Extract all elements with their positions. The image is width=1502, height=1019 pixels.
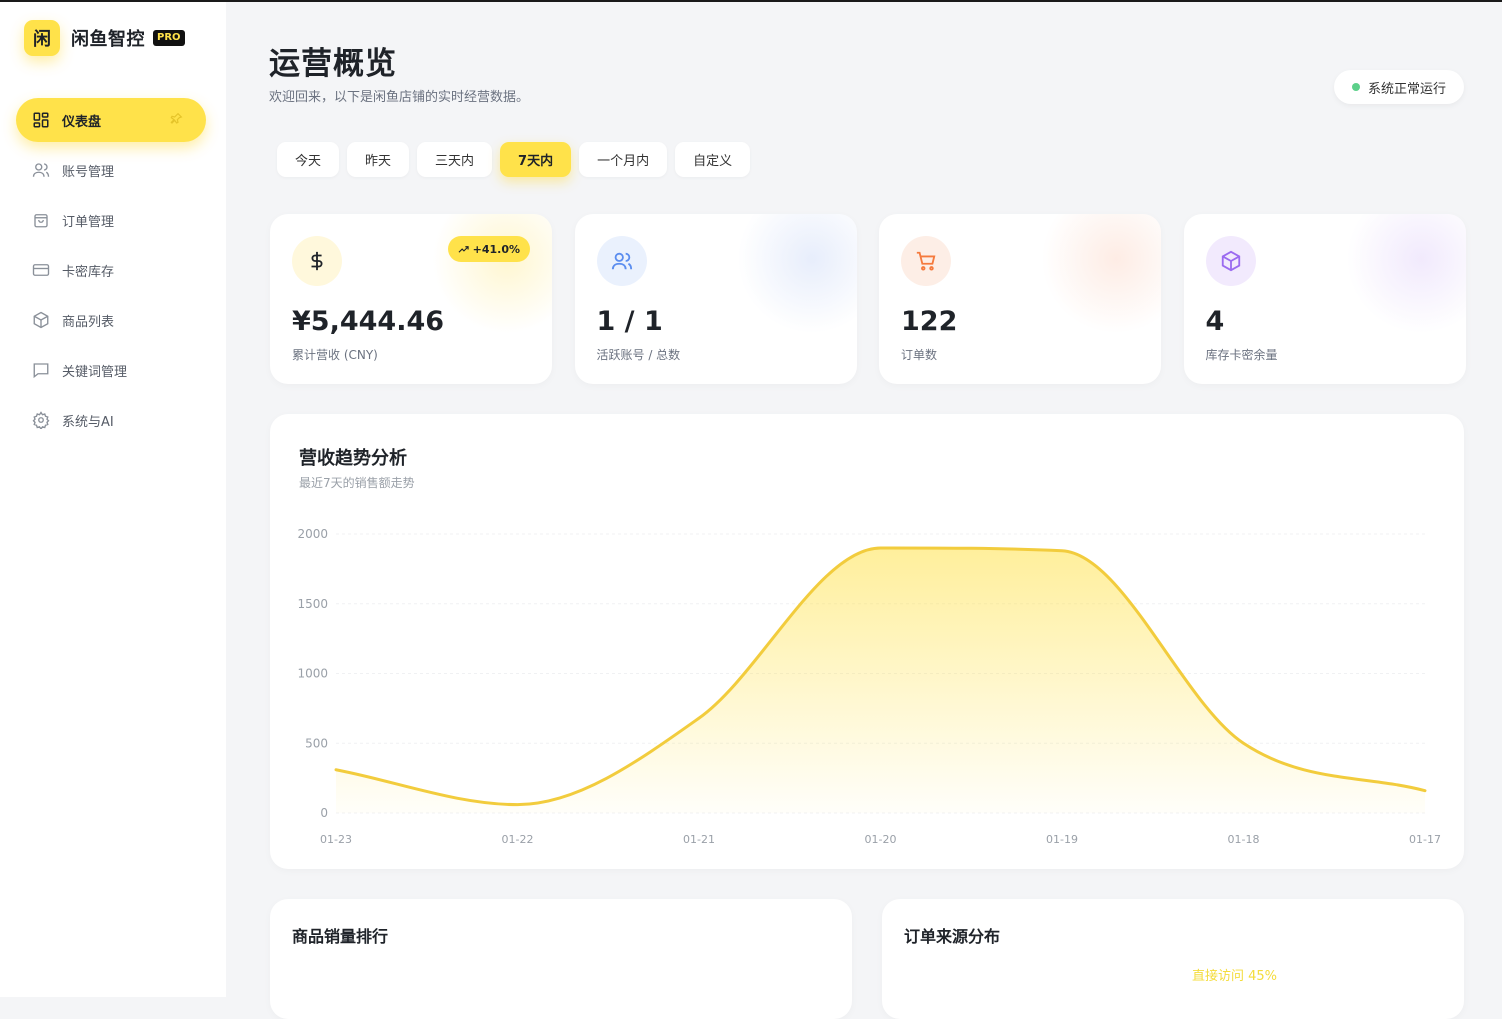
trending-up-icon <box>458 245 469 253</box>
users-icon <box>32 163 50 177</box>
card-glow <box>736 214 857 334</box>
card-glow <box>1345 214 1466 334</box>
sidebar-nav: 仪表盘 账号管理 订单管理 卡密库存 商品列表 关键词管理 系统与AI <box>16 98 206 448</box>
y-tick-label: 0 <box>320 806 328 820</box>
date-range-tabs: 今天 昨天 三天内 7天内 一个月内 自定义 <box>277 142 758 177</box>
sidebar-item-system-ai[interactable]: 系统与AI <box>16 398 206 442</box>
stat-label: 订单数 <box>901 348 938 362</box>
card-glow <box>432 214 552 334</box>
sidebar-item-label: 仪表盘 <box>62 114 102 130</box>
y-tick-label: 1500 <box>297 597 328 611</box>
sidebar-item-orders[interactable]: 订单管理 <box>16 198 206 242</box>
y-tick-label: 2000 <box>297 527 328 541</box>
sidebar-item-keywords[interactable]: 关键词管理 <box>16 348 206 392</box>
message-square-icon <box>33 363 49 379</box>
chart-subtitle: 最近7天的销售额走势 <box>299 476 415 490</box>
x-tick-label: 01-17 <box>1409 833 1441 846</box>
dollar-icon <box>292 236 342 286</box>
y-tick-label: 500 <box>305 736 328 750</box>
stat-value: 4 <box>1205 306 1225 337</box>
dashboard-grid-icon <box>33 112 49 128</box>
shopping-bag-icon <box>34 214 48 228</box>
brand-logo: 闲 <box>24 20 60 56</box>
cart-icon <box>901 236 951 286</box>
product-ranking-card: 商品销量排行 <box>270 899 852 1019</box>
x-tick-label: 01-19 <box>1046 833 1078 846</box>
stat-card-accounts[interactable]: 1 / 1 活跃账号 / 总数 <box>574 214 857 384</box>
revenue-growth-badge: +41.0% <box>447 236 530 262</box>
stat-value: 1 / 1 <box>596 306 663 337</box>
stat-label: 累计营收 (CNY) <box>292 348 378 362</box>
pin-icon[interactable] <box>168 111 184 127</box>
order-source-card: 订单来源分布 直接访问 45% <box>882 899 1464 1019</box>
card-glow <box>1041 214 1161 334</box>
stat-value: ¥5,444.46 <box>292 306 445 337</box>
tab-seven-days[interactable]: 7天内 <box>500 142 572 177</box>
sidebar: 闲 闲鱼智控 PRO 仪表盘 账号管理 订单管理 卡密库存 商品列表 关键词管理 <box>0 2 226 997</box>
tab-yesterday[interactable]: 昨天 <box>347 142 410 177</box>
sidebar-item-label: 账号管理 <box>62 164 115 180</box>
x-tick-label: 01-18 <box>1228 833 1260 846</box>
box-icon <box>33 311 49 329</box>
ranking-title: 商品销量排行 <box>292 927 389 946</box>
sidebar-item-card-inventory[interactable]: 卡密库存 <box>16 248 206 292</box>
status-text: 系统正常运行 <box>1367 81 1446 97</box>
pie-label-direct: 直接访问 45% <box>1192 969 1278 984</box>
stat-card-card-stock[interactable]: 4 库存卡密余量 <box>1183 214 1466 384</box>
box-icon <box>1205 236 1256 286</box>
brand-name: 闲鱼智控 <box>71 29 145 50</box>
credit-card-icon <box>32 264 50 276</box>
stat-value: 122 <box>901 306 958 337</box>
gear-icon <box>32 411 50 429</box>
sidebar-item-products[interactable]: 商品列表 <box>16 298 206 342</box>
sidebar-item-label: 卡密库存 <box>62 264 115 280</box>
sidebar-item-label: 关键词管理 <box>62 364 128 380</box>
stat-label: 库存卡密余量 <box>1205 348 1278 362</box>
status-dot-icon <box>1351 83 1360 91</box>
page-subtitle: 欢迎回来，以下是闲鱼店铺的实时经营数据。 <box>269 90 530 105</box>
brand[interactable]: 闲 闲鱼智控 PRO <box>24 20 185 56</box>
series-area <box>336 547 1425 813</box>
stat-card-orders[interactable]: 122 订单数 <box>879 214 1161 384</box>
users-icon <box>596 236 647 286</box>
chart-title: 营收趋势分析 <box>299 448 407 469</box>
stat-label: 活跃账号 / 总数 <box>596 348 681 362</box>
sidebar-item-label: 商品列表 <box>62 314 115 330</box>
tab-one-month[interactable]: 一个月内 <box>579 142 668 177</box>
x-tick-label: 01-21 <box>683 833 715 846</box>
stat-card-revenue[interactable]: +41.0% ¥5,444.46 累计营收 (CNY) <box>270 214 552 384</box>
sidebar-item-accounts[interactable]: 账号管理 <box>16 148 206 192</box>
y-tick-label: 1000 <box>297 667 328 681</box>
tab-custom[interactable]: 自定义 <box>675 142 751 177</box>
stat-cards: +41.0% ¥5,444.46 累计营收 (CNY) 1 / 1 活跃账号 /… <box>270 214 1466 384</box>
revenue-trend-chart[interactable]: 0 500 1000 1500 2000 01-23 01-22 01-21 01-20 01-1… <box>270 414 1464 869</box>
tab-three-days[interactable]: 三天内 <box>417 142 493 177</box>
source-title: 订单来源分布 <box>904 927 1001 946</box>
page-title: 运营概览 <box>269 46 397 82</box>
x-tick-label: 01-23 <box>320 833 352 846</box>
system-status-badge: 系统正常运行 <box>1333 70 1464 104</box>
sidebar-item-label: 订单管理 <box>62 214 115 230</box>
pro-badge: PRO <box>153 30 185 46</box>
tab-today[interactable]: 今天 <box>277 142 340 177</box>
x-tick-label: 01-20 <box>865 833 897 846</box>
sidebar-item-dashboard[interactable]: 仪表盘 <box>16 98 206 142</box>
revenue-trend-card: 0 500 1000 1500 2000 01-23 01-22 01-21 01-20 01-1… <box>270 414 1464 869</box>
sidebar-item-label: 系统与AI <box>62 414 114 430</box>
x-tick-label: 01-22 <box>502 833 534 846</box>
